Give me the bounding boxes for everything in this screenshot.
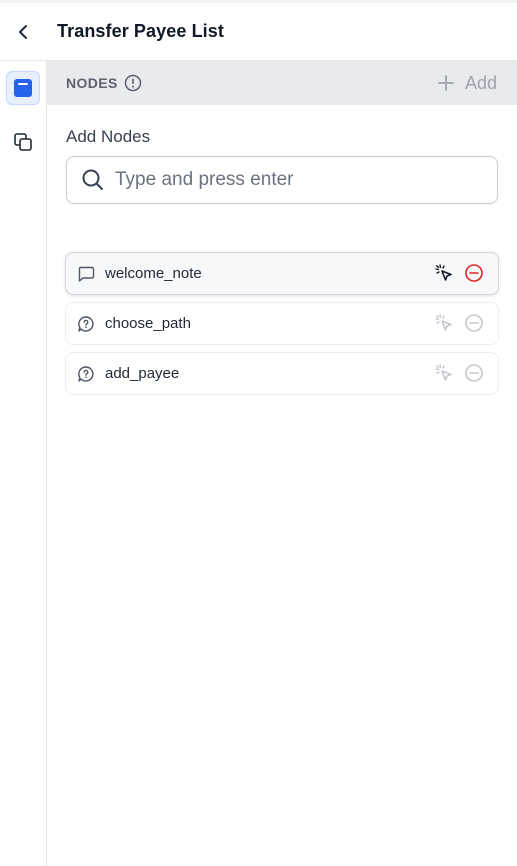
panel-icon	[14, 79, 32, 97]
side-rail	[0, 61, 47, 866]
node-label: welcome_note	[105, 265, 202, 282]
remove-icon[interactable]	[464, 263, 484, 283]
node-actions	[434, 363, 484, 383]
plus-icon	[438, 75, 454, 91]
node-list: welcome_note choose_path add_payee	[65, 252, 499, 402]
remove-icon[interactable]	[464, 363, 484, 383]
node-actions	[434, 263, 484, 283]
rail-nodes-button[interactable]	[6, 71, 40, 105]
info-icon[interactable]	[124, 74, 142, 92]
select-pointer-icon[interactable]	[434, 263, 454, 283]
search-input[interactable]	[115, 169, 475, 191]
search-box	[66, 156, 498, 204]
rail-copy-button[interactable]	[6, 125, 40, 159]
back-button[interactable]	[13, 22, 33, 42]
remove-icon[interactable]	[464, 313, 484, 333]
page-title: Transfer Payee List	[57, 21, 224, 41]
node-label: add_payee	[105, 365, 180, 382]
question-message-icon	[77, 315, 95, 333]
question-message-icon	[77, 365, 95, 383]
header: Transfer Payee List	[0, 3, 517, 61]
section-title: NODES	[66, 75, 118, 91]
select-pointer-icon[interactable]	[434, 363, 454, 383]
node-actions	[434, 313, 484, 333]
select-pointer-icon[interactable]	[434, 313, 454, 333]
nodes-section-header: NODES Add	[47, 61, 517, 105]
node-row-welcome-note[interactable]: welcome_note	[65, 252, 499, 295]
node-row-add-payee[interactable]: add_payee	[65, 352, 499, 395]
copy-icon	[14, 133, 32, 151]
search-icon	[81, 168, 105, 192]
node-label: choose_path	[105, 315, 191, 332]
chevron-left-icon	[19, 24, 27, 39]
node-row-choose-path[interactable]: choose_path	[65, 302, 499, 345]
message-icon	[77, 265, 95, 283]
add-button-label: Add	[464, 72, 497, 93]
add-node-button[interactable]: Add	[437, 71, 497, 95]
add-nodes-label: Add Nodes	[66, 127, 151, 146]
